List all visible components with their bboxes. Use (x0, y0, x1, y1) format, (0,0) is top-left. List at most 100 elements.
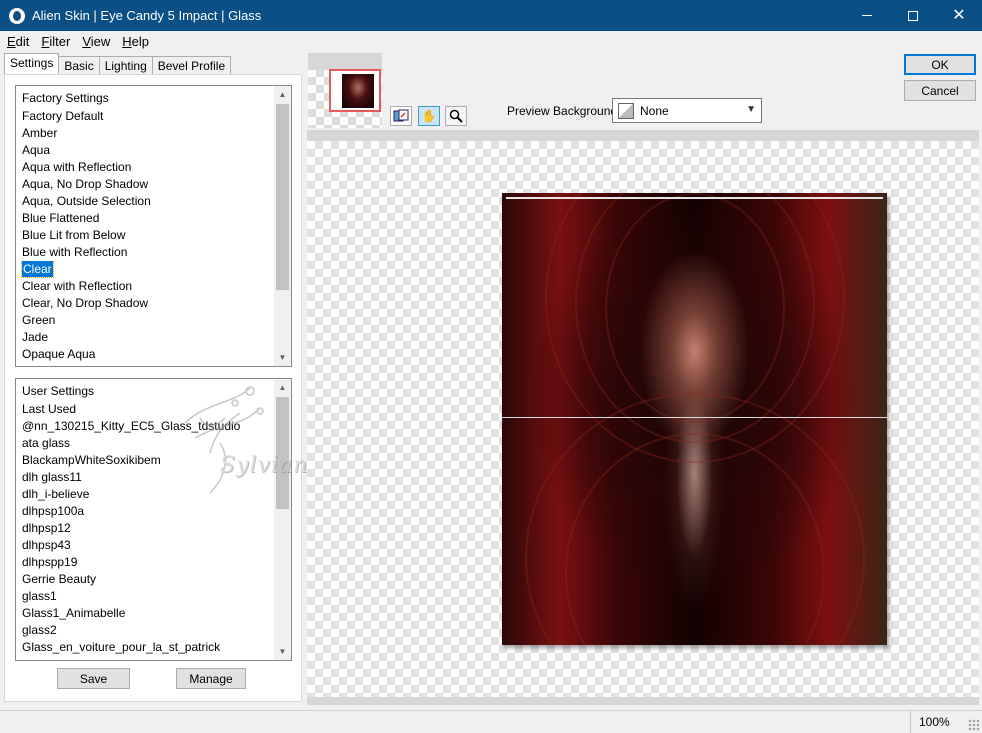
user-settings-scrollbar[interactable]: ▲ ▼ (274, 379, 291, 660)
menu-filter-label: ilter (49, 33, 71, 49)
list-item-label: Factory Default (22, 109, 104, 123)
list-item-label: Last Used (22, 402, 77, 416)
minimize-button[interactable] (844, 0, 890, 31)
list-item[interactable]: Blue Flattened (16, 210, 276, 227)
close-icon: ✕ (952, 6, 966, 24)
user-settings-list[interactable]: User Settings Last Used @nn_130215_Kitty_… (15, 378, 292, 661)
menu-edit[interactable]: Edit (0, 34, 34, 49)
list-item[interactable]: dlhpsp100a (16, 503, 276, 520)
preview-background-select[interactable]: None ▼ (612, 98, 762, 123)
list-item[interactable]: Clear (16, 261, 276, 278)
list-item[interactable]: Jade (16, 329, 276, 346)
list-item[interactable]: dlhpspp19 (16, 554, 276, 571)
list-item-label: dlhpsp100a (22, 504, 85, 518)
tab-basic[interactable]: Basic (58, 56, 100, 74)
menu-view-label: iew (90, 33, 111, 49)
list-item[interactable]: dlh glass11 (16, 469, 276, 486)
list-item-label: dlhpspp19 (22, 555, 78, 569)
list-item[interactable]: @nn_130215_Kitty_EC5_Glass_tdstudio (16, 418, 276, 435)
list-item-label: Blue Flattened (22, 211, 100, 225)
scroll-up-arrow-icon[interactable]: ▲ (274, 86, 291, 103)
list-item[interactable]: Gerrie Beauty (16, 571, 276, 588)
scroll-down-arrow-icon[interactable]: ▼ (274, 643, 291, 660)
preview-artwork-image (502, 193, 887, 645)
preview-background-label: Preview Background: (507, 104, 621, 118)
scroll-down-arrow-icon[interactable]: ▼ (274, 349, 291, 366)
user-settings-items: Last Used @nn_130215_Kitty_EC5_Glass_tdst… (16, 401, 276, 656)
manage-button[interactable]: Manage (176, 668, 246, 689)
resize-grip-icon[interactable] (968, 719, 980, 731)
preview-background-value: None (640, 103, 669, 118)
list-item-label: Aqua (22, 143, 51, 157)
list-item[interactable]: Blue with Reflection (16, 244, 276, 261)
list-item[interactable]: Aqua (16, 142, 276, 159)
menu-help[interactable]: Help (115, 34, 154, 49)
list-item-label: @nn_130215_Kitty_EC5_Glass_tdstudio (22, 419, 241, 433)
list-item[interactable]: Blue Lit from Below (16, 227, 276, 244)
list-item-label: Clear (21, 261, 54, 278)
list-item[interactable]: Aqua with Reflection (16, 159, 276, 176)
menu-view[interactable]: View (75, 34, 115, 49)
list-item[interactable]: Clear with Reflection (16, 278, 276, 295)
chevron-down-icon: ▼ (746, 104, 756, 115)
factory-settings-list[interactable]: Factory Settings Factory Default Amber Aqu… (15, 85, 292, 367)
hand-icon: ✋ (421, 109, 437, 123)
scroll-up-arrow-icon[interactable]: ▲ (274, 379, 291, 396)
menu-bar: Edit Filter View Help (0, 31, 982, 51)
maximize-button[interactable] (890, 0, 936, 31)
list-item[interactable]: Opaque Aqua (16, 346, 276, 363)
list-item[interactable]: Aqua, Outside Selection (16, 193, 276, 210)
close-button[interactable]: ✕ (936, 0, 982, 31)
list-item[interactable]: Glass_en_voiture_pour_la_st_patrick (16, 639, 276, 656)
list-item[interactable]: dlhpsp12 (16, 520, 276, 537)
factory-settings-items: Factory Default Amber Aqua Aqua with Reflec… (16, 108, 276, 363)
maximize-icon (908, 10, 918, 21)
cancel-button[interactable]: Cancel (904, 80, 976, 101)
list-item[interactable]: BlackampWhiteSoxikibem (16, 452, 276, 469)
list-item[interactable]: Clear, No Drop Shadow (16, 295, 276, 312)
list-item-label: dlh_i-believe (22, 487, 90, 501)
tab-bevel-profile[interactable]: Bevel Profile (151, 56, 232, 74)
list-item-label: BlackampWhiteSoxikibem (22, 453, 161, 467)
menu-help-accel: H (122, 33, 132, 49)
menu-view-accel: V (82, 33, 91, 49)
list-item[interactable]: Amber (16, 125, 276, 142)
title-bar: Alien Skin | Eye Candy 5 Impact | Glass … (0, 0, 982, 31)
hand-tool-button[interactable]: ✋ (418, 106, 440, 126)
list-item[interactable]: Green (16, 312, 276, 329)
list-item-label: Gerrie Beauty (22, 572, 97, 586)
list-item-label: dlh glass11 (22, 470, 82, 484)
list-item-label: Amber (22, 126, 58, 140)
scroll-thumb[interactable] (276, 104, 289, 290)
list-item[interactable]: dlhpsp43 (16, 537, 276, 554)
list-item[interactable]: ata glass (16, 435, 276, 452)
menu-edit-label: dit (15, 33, 30, 49)
thumbnail-image (342, 74, 374, 108)
list-item[interactable]: Glass1_Animabelle (16, 605, 276, 622)
save-button[interactable]: Save (57, 668, 130, 689)
scroll-thumb[interactable] (276, 397, 289, 509)
list-item-label: Aqua with Reflection (22, 160, 132, 174)
list-item[interactable]: Aqua, No Drop Shadow (16, 176, 276, 193)
highlight-line (502, 417, 887, 418)
list-item-label: glass2 (22, 623, 57, 637)
window-title: Alien Skin | Eye Candy 5 Impact | Glass (32, 8, 262, 23)
background-swatch-icon (618, 102, 634, 119)
menu-filter[interactable]: Filter (34, 34, 75, 49)
list-item[interactable]: Factory Default (16, 108, 276, 125)
zoom-tool-button[interactable] (445, 106, 467, 126)
ok-button[interactable]: OK (904, 54, 976, 75)
list-item[interactable]: dlh_i-believe (16, 486, 276, 503)
list-item[interactable]: glass1 (16, 588, 276, 605)
list-item[interactable]: glass2 (16, 622, 276, 639)
list-item-label: Blue with Reflection (22, 245, 128, 259)
tab-lighting[interactable]: Lighting (98, 56, 153, 74)
menu-help-label: elp (131, 33, 150, 49)
tab-settings[interactable]: Settings (4, 53, 60, 74)
list-item-label: Aqua, No Drop Shadow (22, 177, 149, 191)
toggle-preview-button[interactable] (390, 106, 412, 126)
list-item-label: dlhpsp43 (22, 538, 71, 552)
list-item[interactable]: Last Used (16, 401, 276, 418)
factory-settings-scrollbar[interactable]: ▲ ▼ (274, 86, 291, 366)
glass-ring (604, 193, 785, 423)
